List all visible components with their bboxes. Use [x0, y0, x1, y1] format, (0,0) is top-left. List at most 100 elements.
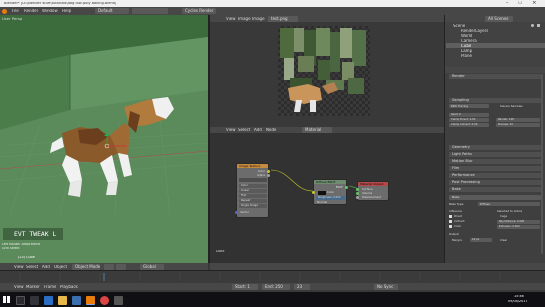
menu-help[interactable]: Help — [62, 9, 71, 13]
viewport-menu-select[interactable]: Select — [26, 265, 38, 269]
section-render[interactable]: Render — [449, 74, 541, 79]
outliner-item-plane[interactable]: Plane — [461, 54, 472, 58]
image-texture-field-5[interactable]: Single Image — [239, 204, 267, 208]
timeline-menu-marker[interactable]: Marker — [26, 285, 40, 289]
preview-samples-field[interactable]: Preview: 32 — [496, 123, 540, 127]
clamp-indirect-field[interactable]: Clamp Indirect: 0.00 — [449, 123, 489, 127]
file-explorer-icon[interactable] — [58, 296, 67, 305]
start-frame-field[interactable]: Start: 1 — [232, 283, 258, 290]
end-frame-field[interactable]: End: 250 — [262, 283, 290, 290]
node-menu-add[interactable]: Add — [254, 128, 262, 132]
render-samples-field[interactable]: Render: 128 — [496, 118, 540, 122]
diffuse-color-socket[interactable] — [312, 191, 315, 194]
search-icon[interactable] — [16, 296, 25, 305]
store-icon[interactable] — [72, 296, 81, 305]
outliner-display-selector[interactable]: All Scenes — [485, 15, 513, 22]
image-menu-view[interactable]: View — [226, 17, 236, 21]
viewport-menu-add[interactable]: Add — [42, 265, 50, 269]
ray-distance-field[interactable]: Ray Distance: 0.000 — [497, 220, 540, 224]
bake-type-select[interactable]: Diffuse — [478, 202, 540, 206]
image-selector[interactable]: test.png — [268, 15, 298, 22]
timeline-menu-frame[interactable]: Frame — [44, 285, 56, 289]
timeline-menu-playback[interactable]: Playback — [60, 285, 78, 289]
material-output-surface-socket[interactable] — [356, 188, 359, 191]
layout-selector[interactable]: Default — [95, 8, 129, 14]
material-output-displacement-socket[interactable] — [356, 196, 359, 199]
section-light-paths[interactable]: Light Paths — [449, 152, 541, 157]
node-editor[interactable]: Image Texture Color Alpha Color Linear F… — [210, 127, 444, 263]
image-texture-alpha-socket[interactable] — [267, 174, 270, 177]
image-texture-field-4[interactable]: Repeat — [239, 199, 267, 203]
node-menu-view[interactable]: View — [226, 128, 236, 132]
check-direct-icon[interactable] — [449, 215, 452, 218]
timeline[interactable]: View Marker Frame Playback Start: 1 End:… — [0, 270, 545, 290]
clamp-direct-field[interactable]: Clamp Direct: 0.00 — [449, 118, 489, 122]
node-menu-select[interactable]: Select — [238, 128, 250, 132]
cage-label[interactable]: Cage — [500, 215, 507, 218]
material-selector[interactable]: Material — [302, 127, 332, 133]
outliner-item-scene[interactable]: Scene — [453, 24, 465, 28]
diffuse-color-swatch[interactable] — [318, 191, 326, 195]
viewport-menu-view[interactable]: View — [14, 265, 24, 269]
menu-window[interactable]: Window — [42, 9, 58, 13]
sampling-preset[interactable]: Path Tracing — [449, 104, 489, 108]
minimize-button[interactable]: – — [506, 1, 509, 6]
square-samples-label[interactable]: Square Samples — [500, 105, 523, 108]
section-bake[interactable]: Bake — [449, 187, 541, 192]
image-texture-color-socket[interactable] — [267, 170, 270, 173]
close-button[interactable]: × — [532, 1, 537, 7]
scene-selector[interactable] — [132, 8, 168, 14]
maximize-button[interactable]: □ — [518, 1, 522, 6]
blender-taskbar-icon[interactable] — [86, 296, 95, 305]
pivot-selector[interactable] — [116, 263, 126, 270]
outliner-item-cube[interactable]: Cube — [461, 44, 471, 48]
outliner-item-lamp[interactable]: Lamp — [461, 49, 472, 53]
extrusion-field[interactable]: Extrusion: 0.000 — [497, 225, 540, 229]
engine-selector[interactable]: Cycles Render — [182, 8, 216, 14]
app-icon[interactable] — [114, 296, 123, 305]
image-texture-vector-socket[interactable] — [235, 211, 238, 214]
blender-logo-icon[interactable] — [2, 8, 7, 14]
image-menu-image-2[interactable]: Image — [252, 17, 265, 21]
menu-render[interactable]: Render — [24, 9, 38, 13]
node-menu-node[interactable]: Node — [266, 128, 276, 132]
material-output-node[interactable]: Material Output Surface Volume Displacem… — [356, 181, 389, 201]
check-color-icon[interactable] — [449, 225, 452, 228]
clock-date[interactable]: 09/04/2017 — [508, 300, 528, 303]
shading-selector[interactable] — [104, 263, 114, 270]
transform-orientation[interactable]: Global — [140, 263, 164, 270]
windows-start-icon[interactable] — [3, 296, 10, 303]
viewport-menu-object[interactable]: Object — [54, 265, 67, 269]
selected-to-active-label[interactable]: Selected to Active — [497, 210, 522, 213]
section-post-processing[interactable]: Post Processing — [449, 180, 541, 185]
outliner-item-renderlayers[interactable]: RenderLayers — [461, 29, 488, 33]
properties-panel[interactable] — [444, 67, 545, 263]
section-geometry[interactable]: Geometry — [449, 145, 541, 150]
diffuse-bsdf-socket[interactable] — [345, 186, 348, 189]
section-sampling[interactable]: Sampling — [449, 98, 541, 103]
bake-button[interactable]: Bake — [449, 195, 541, 200]
mode-selector[interactable]: Object Mode — [72, 263, 100, 270]
image-texture-field-2[interactable]: Linear — [239, 189, 267, 193]
margin-field[interactable]: 16 px — [470, 238, 492, 242]
image-texture-field-3[interactable]: Flat — [239, 194, 267, 198]
material-output-volume-socket[interactable] — [356, 192, 359, 195]
camera-icon[interactable] — [537, 24, 540, 27]
section-motion-blur[interactable]: Motion Blur — [449, 159, 541, 164]
image-menu-image[interactable]: Image — [238, 17, 251, 21]
outliner[interactable]: All Scenes Scene RenderLayers World Came… — [444, 15, 545, 67]
clock-time[interactable]: 15:46 — [514, 295, 524, 298]
chrome-icon[interactable] — [100, 296, 109, 305]
sync-selector[interactable]: No Sync — [374, 283, 398, 290]
edge-browser-icon[interactable] — [44, 296, 53, 305]
image-texture-field-1[interactable]: Color — [239, 184, 267, 188]
clear-label[interactable]: Clear — [500, 239, 507, 242]
current-frame-field[interactable]: 23 — [294, 283, 310, 290]
timeline-menu-view[interactable]: View — [14, 285, 24, 289]
section-performance[interactable]: Performance — [449, 173, 541, 178]
eye-icon[interactable] — [531, 24, 534, 27]
image-editor[interactable]: View Image Image test.png — [210, 15, 444, 127]
check-indirect-icon[interactable] — [449, 220, 452, 223]
image-texture-image-field[interactable] — [239, 178, 267, 182]
menu-file[interactable]: File — [12, 9, 19, 13]
